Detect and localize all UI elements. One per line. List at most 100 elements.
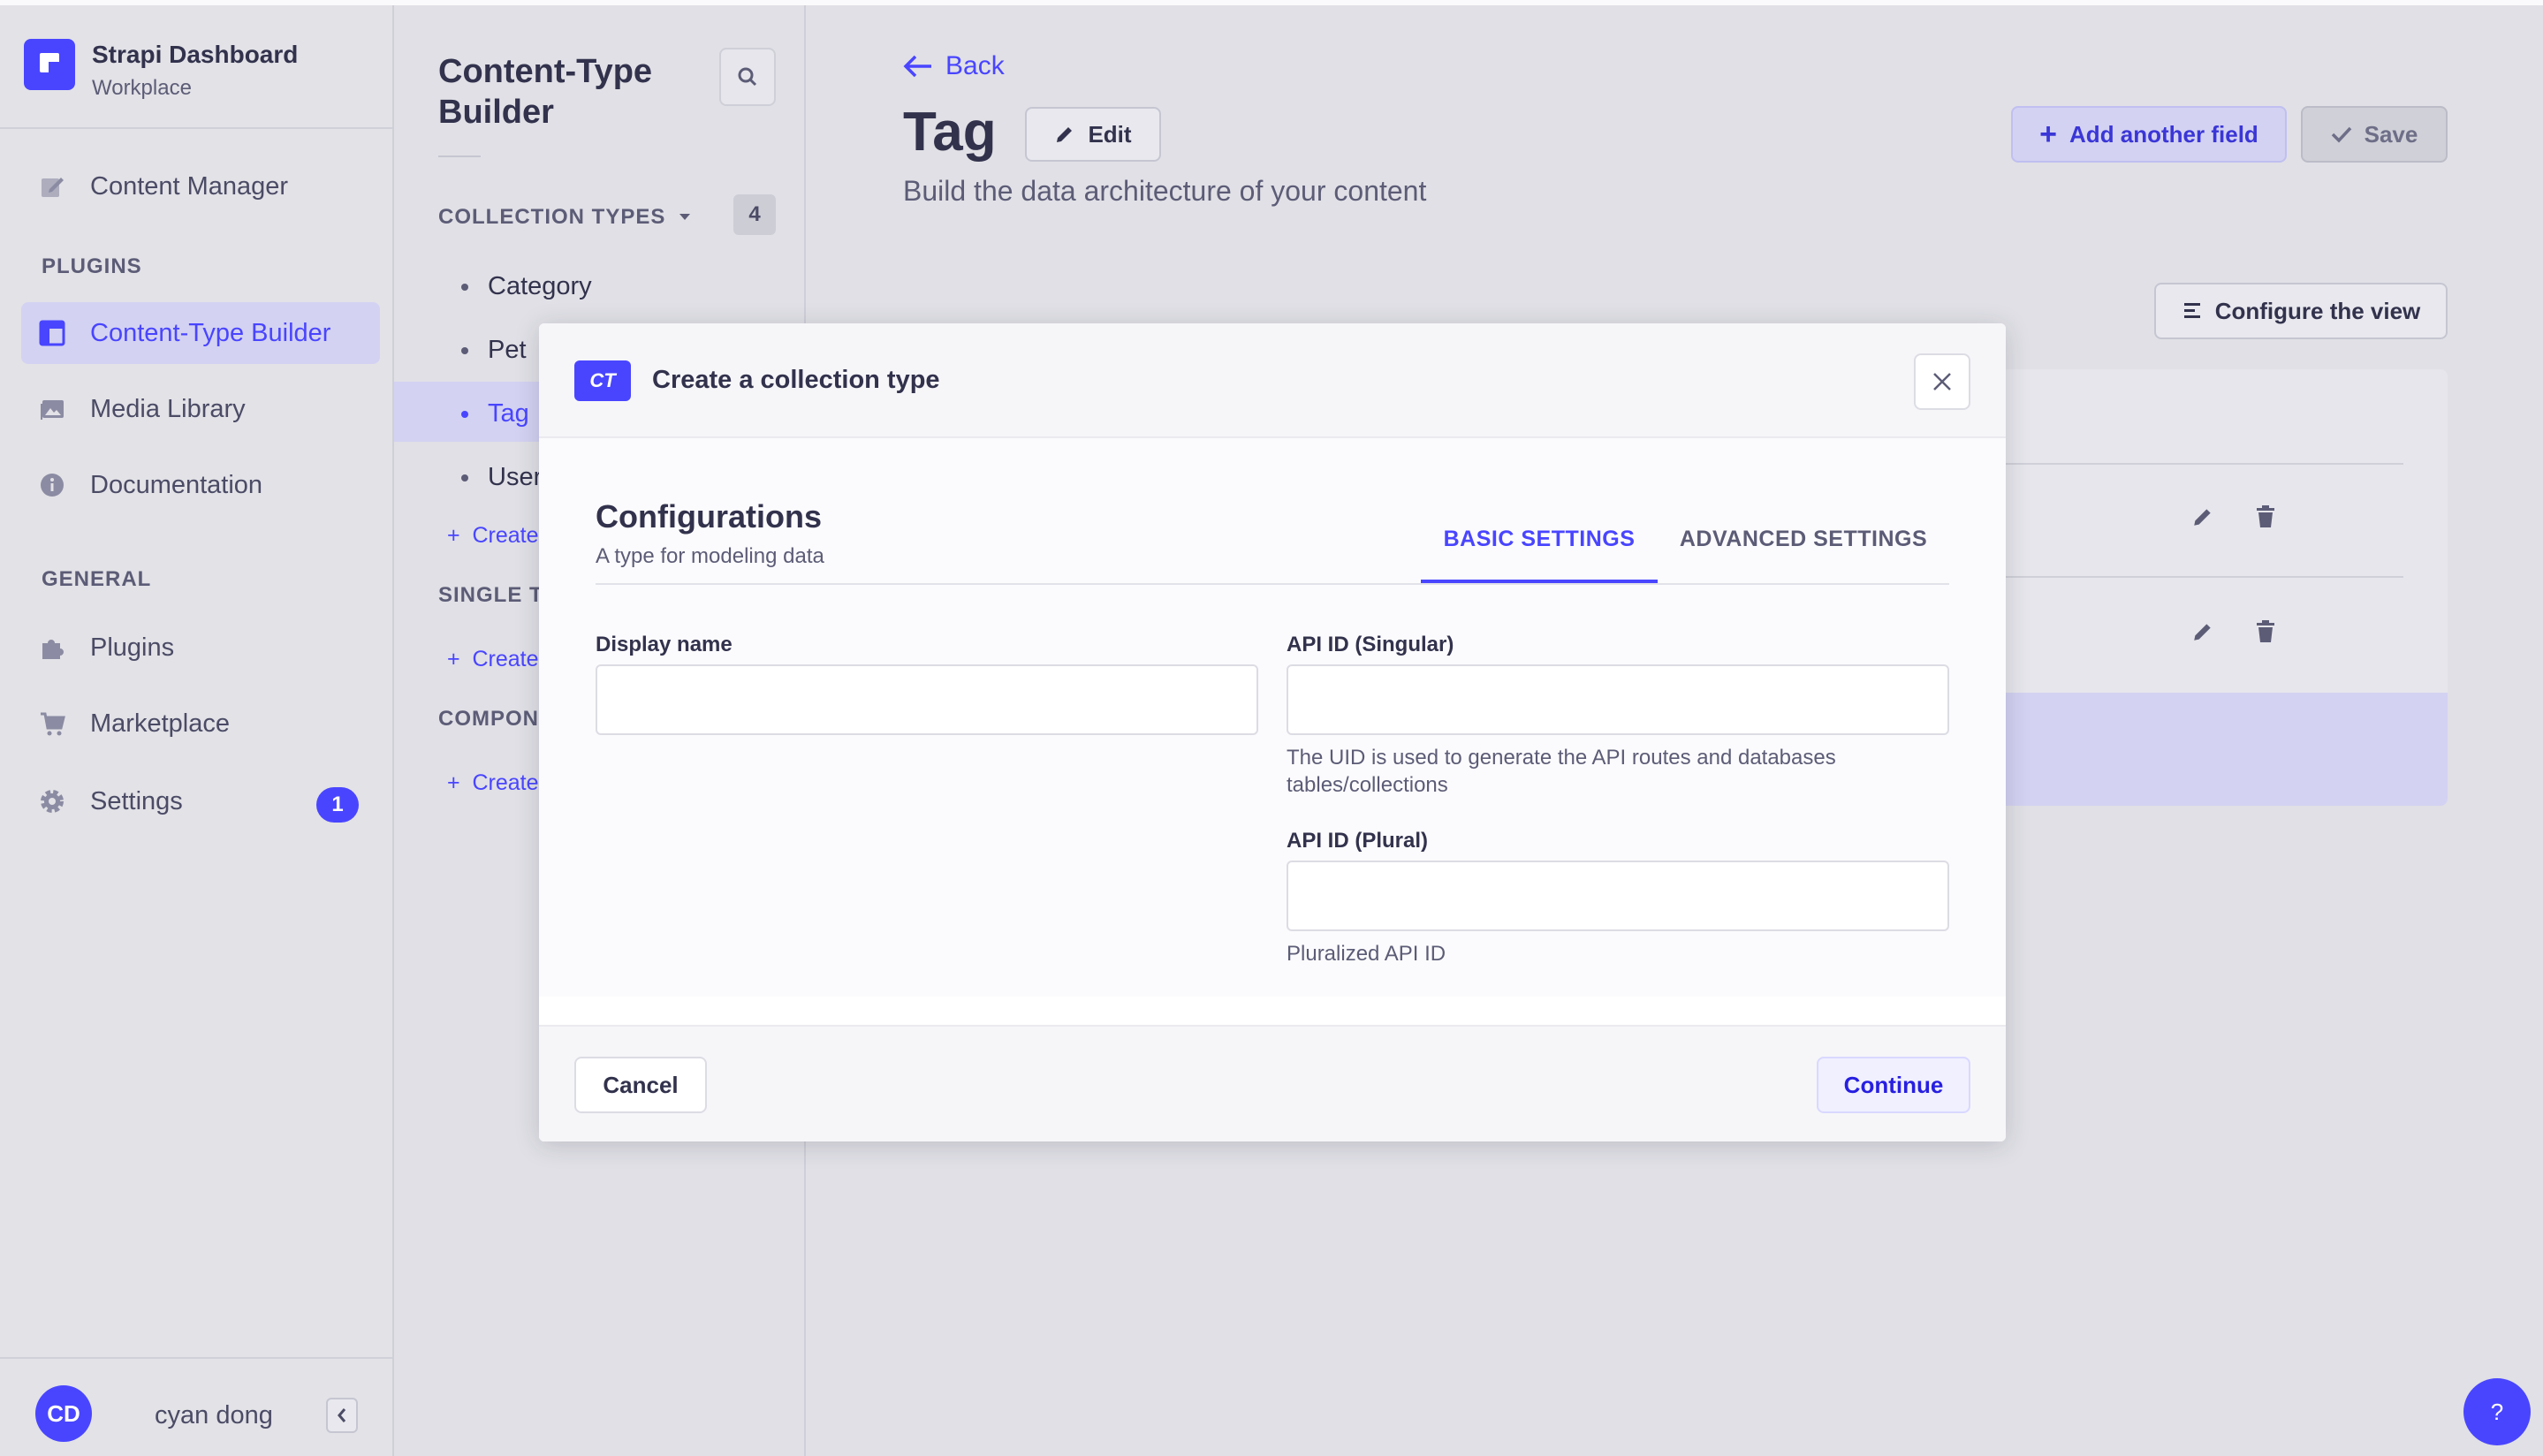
back-link[interactable]: Back [903,51,1005,81]
plus-icon: + [447,770,473,795]
create-label: Create [472,770,539,795]
pencil-icon [1057,127,1073,142]
close-button[interactable] [1914,353,1970,410]
api-id-singular-label: API ID (Singular) [1287,633,1454,656]
save-label: Save [2364,120,2418,148]
page-subtitle: Build the data architecture of your cont… [903,175,1427,207]
nav-item-content-type-builder[interactable]: Content-Type Builder [21,302,380,364]
display-name-label: Display name [596,633,733,656]
image-icon [39,396,65,422]
configurations-title: Configurations [596,498,822,535]
bullet-icon [461,283,468,291]
create-single-type-link[interactable]: + Create [447,647,539,672]
pencil-icon[interactable] [2191,620,2214,649]
display-name-input[interactable] [596,664,1258,735]
nav-section-plugins: PLUGINS [42,254,142,278]
main-navigation: Strapi Dashboard Workplace Content Manag… [0,5,394,1456]
api-id-plural-label: API ID (Plural) [1287,829,1429,853]
modal-title: Create a collection type [652,366,940,394]
modal-footer: Cancel Continue [539,1025,2006,1141]
nav-item-label: Media Library [90,394,246,423]
avatar[interactable]: CD [35,1385,92,1442]
collection-type-badge: CT [574,360,631,401]
add-field-footer[interactable] [1999,693,2448,806]
strapi-logo-icon [24,39,75,90]
subnav-item-label: Category [488,272,592,300]
nav-item-label: Documentation [90,470,263,499]
subnav-item-user[interactable]: User [461,463,542,492]
collection-types-header[interactable]: COLLECTION TYPES [438,205,692,230]
components-header[interactable]: COMPONE [438,707,554,732]
nav-item-label: Content Manager [90,171,289,201]
page-title: Tag [903,102,997,163]
tab-advanced-settings[interactable]: ADVANCED SETTINGS [1658,527,1949,583]
create-label: Create [472,523,539,548]
save-button[interactable]: Save [2301,106,2448,163]
username[interactable]: cyan dong [155,1401,273,1430]
tabs-divider [596,583,1949,585]
notification-badge: 1 [316,787,359,823]
table-divider [1999,463,2403,465]
cancel-button[interactable]: Cancel [574,1057,707,1113]
modal-body: Configurations A type for modeling data … [539,438,2006,997]
list-layout-icon [2183,303,2200,318]
brand-subtitle: Workplace [92,76,192,100]
subnav-title: Content-Type Builder [438,53,653,131]
edit-label: Edit [1088,120,1132,148]
nav-item-marketplace[interactable]: Marketplace [21,693,380,755]
pencil-icon[interactable] [2191,505,2214,535]
add-another-field-button[interactable]: + Add another field [2011,106,2287,163]
tab-basic-settings[interactable]: BASIC SETTINGS [1421,527,1658,583]
trash-icon[interactable] [2255,620,2276,649]
check-icon [2331,126,2351,143]
section-label: COLLECTION TYPES [438,205,666,229]
nav-item-settings[interactable]: Settings 1 [21,770,380,832]
tab-label: ADVANCED SETTINGS [1679,527,1928,551]
edit-button[interactable]: Edit [1025,107,1161,162]
subnav-item-category[interactable]: Category [461,272,592,301]
chevron-left-icon [338,1408,346,1422]
nav-item-media-library[interactable]: Media Library [21,378,380,440]
search-button[interactable] [719,48,776,106]
gear-icon [39,788,65,815]
api-id-plural-input[interactable] [1287,861,1949,931]
continue-button[interactable]: Continue [1817,1057,1970,1113]
bullet-icon [461,346,468,354]
subnav-item-pet[interactable]: Pet [461,336,527,365]
bullet-icon [461,474,468,482]
caret-down-icon [679,214,691,220]
trash-icon[interactable] [2255,505,2276,535]
nav-item-label: Marketplace [90,709,230,738]
modal-header: CT Create a collection type [539,323,2006,438]
divider [438,155,481,157]
section-label: COMPONE [438,707,555,731]
nav-item-label: Plugins [90,633,175,662]
nav-section-general: GENERAL [42,567,152,591]
brand-header: Strapi Dashboard Workplace [0,5,392,129]
user-footer: CD cyan dong [0,1357,392,1456]
nav-item-content-manager[interactable]: Content Manager [21,155,380,217]
plus-icon: + [447,647,473,671]
tab-label: BASIC SETTINGS [1443,527,1636,551]
nav-item-documentation[interactable]: Documentation [21,454,380,516]
nav-item-label: Settings [90,786,183,815]
collapse-nav-button[interactable] [326,1398,358,1433]
create-collection-type-modal: CT Create a collection type Configuratio… [539,323,2006,1141]
pencil-note-icon [39,173,65,200]
create-component-link[interactable]: + Create [447,770,539,796]
layout-icon [39,320,65,346]
api-id-singular-input[interactable] [1287,664,1949,735]
subnav-item-label: Pet [488,336,527,364]
plus-icon: + [447,523,473,548]
create-collection-type-link[interactable]: + Create [447,523,539,549]
single-types-header[interactable]: SINGLE T [438,583,543,608]
close-icon [1933,373,1951,391]
subnav-item-label: Tag [488,399,529,428]
configure-view-button[interactable]: Configure the view [2154,283,2448,339]
add-field-label: Add another field [2069,120,2258,148]
nav-item-plugins[interactable]: Plugins [21,617,380,679]
back-label: Back [945,51,1005,80]
help-button[interactable]: ? [2463,1378,2531,1445]
info-icon [39,472,65,498]
subnav-item-tag[interactable]: Tag [461,399,529,428]
